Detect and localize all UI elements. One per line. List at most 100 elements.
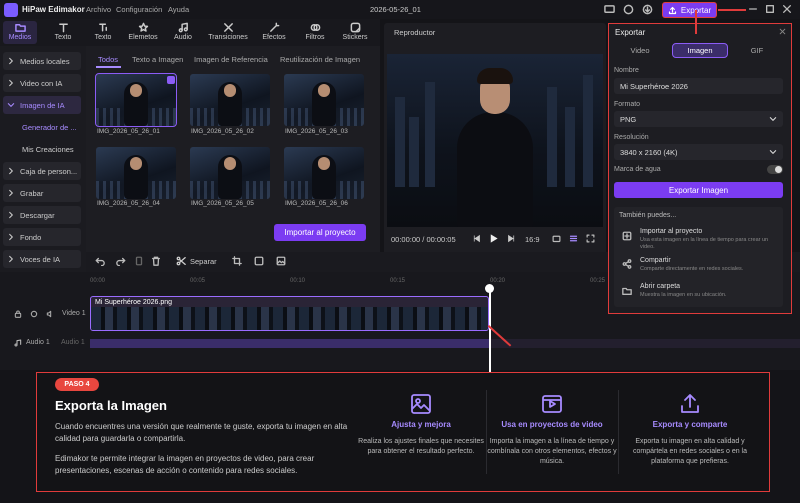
video-play-icon bbox=[542, 395, 562, 413]
sidebar-item-descargar[interactable]: Descargar bbox=[3, 206, 81, 224]
copy-icon[interactable] bbox=[134, 256, 144, 266]
tab-gif[interactable]: GIF bbox=[732, 46, 782, 55]
tool-stickers[interactable]: Stickers bbox=[337, 22, 373, 41]
media-label-1: IMG_2026_05_26_01 bbox=[97, 128, 160, 135]
crop-icon[interactable] bbox=[232, 256, 242, 266]
menu-archivo[interactable]: Archivo bbox=[86, 5, 111, 14]
playhead-handle[interactable] bbox=[485, 284, 494, 293]
chat-icon[interactable] bbox=[623, 4, 634, 15]
sidebar-item-imagen-ia[interactable]: Imagen de IA bbox=[3, 96, 81, 114]
audio-note-icon bbox=[14, 339, 22, 347]
sidebar-item-grabar[interactable]: Grabar bbox=[3, 184, 81, 202]
next-frame-icon[interactable] bbox=[507, 234, 516, 243]
tool-audio[interactable]: Audio bbox=[165, 22, 201, 41]
undo-icon[interactable] bbox=[95, 256, 105, 266]
monitor-icon[interactable] bbox=[604, 4, 615, 15]
close-icon[interactable] bbox=[782, 4, 792, 14]
tab-todos[interactable]: Todos bbox=[98, 55, 118, 64]
building bbox=[583, 75, 593, 187]
export-panel-title: Exportar bbox=[615, 28, 646, 37]
step-badge: PASO 4 bbox=[55, 378, 99, 391]
step-paragraph-2: Edimakor te permite integrar la imagen e… bbox=[55, 454, 315, 475]
download-icon[interactable] bbox=[642, 4, 653, 15]
minimize-icon[interactable] bbox=[748, 4, 758, 14]
close-icon[interactable] bbox=[779, 28, 786, 35]
sidebar-item-generador[interactable]: Generador de ... bbox=[3, 118, 81, 136]
sidebar-item-video-ia[interactable]: Video con IA bbox=[3, 74, 81, 92]
settings-icon[interactable] bbox=[569, 234, 578, 243]
option-import-desc: Usa esta imagen en la línea de tiempo pa… bbox=[640, 237, 769, 251]
media-label-6: IMG_2026_05_26_06 bbox=[285, 200, 348, 207]
divider bbox=[618, 390, 619, 474]
tool-elementos[interactable]: Elemetos bbox=[125, 22, 161, 41]
selected-check-icon bbox=[167, 76, 175, 84]
prev-frame-icon[interactable] bbox=[472, 234, 481, 243]
sidebar-item-mis-creaciones[interactable]: Mis Creaciones bbox=[3, 140, 81, 158]
media-thumb-2[interactable] bbox=[190, 74, 270, 126]
sidebar-item-fondo[interactable]: Fondo bbox=[3, 228, 81, 246]
speed-icon[interactable] bbox=[254, 256, 264, 266]
effects-icon bbox=[269, 22, 279, 32]
format-select[interactable]: PNG bbox=[614, 111, 783, 127]
track-visibility-icon[interactable] bbox=[30, 310, 38, 318]
import-to-project-button[interactable]: Importar al proyecto bbox=[274, 224, 366, 241]
menu-configuracion[interactable]: Configuración bbox=[116, 5, 162, 14]
split-button[interactable]: Separar bbox=[176, 256, 217, 266]
option-import-title[interactable]: Importar al proyecto bbox=[640, 228, 702, 235]
media-thumb-6[interactable] bbox=[284, 147, 364, 199]
audio-track[interactable] bbox=[90, 339, 489, 348]
play-icon[interactable] bbox=[488, 233, 499, 244]
tool-medios[interactable]: Medios bbox=[2, 22, 38, 41]
watermark-toggle[interactable] bbox=[767, 165, 783, 174]
aspect-ratio-select[interactable]: 16:9 bbox=[525, 235, 540, 244]
tab-reutilizacion[interactable]: Reutilización de Imagen bbox=[280, 55, 360, 64]
option-share-title[interactable]: Compartir bbox=[640, 257, 671, 264]
video-clip[interactable]: Mi Superhéroe 2026.png bbox=[90, 296, 489, 331]
track-lock-icon[interactable] bbox=[14, 310, 22, 318]
project-title: 2026-05-26_01 bbox=[370, 5, 421, 14]
video-track-label: Video 1 bbox=[62, 310, 86, 317]
media-label-5: IMG_2026_05_26_05 bbox=[191, 200, 254, 207]
tool-efectos[interactable]: Efectos bbox=[256, 22, 292, 41]
option-folder-title[interactable]: Abrir carpeta bbox=[640, 283, 680, 290]
hero-hair bbox=[477, 68, 513, 84]
ruler-mark: 00:20 bbox=[490, 278, 506, 284]
chevron-down-icon bbox=[769, 150, 777, 154]
tab-imagen[interactable]: Imagen bbox=[675, 46, 725, 55]
feature-adjust: Ajusta y mejora Realiza los ajustes fina… bbox=[356, 392, 486, 457]
fullscreen-icon[interactable] bbox=[586, 234, 595, 243]
scissors-icon bbox=[176, 256, 186, 266]
feature-desc: Exporta tu imagen en alta calidad y comp… bbox=[632, 438, 747, 466]
media-thumb-3[interactable] bbox=[284, 74, 364, 126]
sidebar-item-voces[interactable]: Voces de IA bbox=[3, 250, 81, 268]
sidebar-item-caja[interactable]: Caja de person... bbox=[3, 162, 81, 180]
name-field[interactable]: Mi Superhéroe 2026 bbox=[614, 78, 783, 94]
redo-icon[interactable] bbox=[116, 256, 126, 266]
elements-icon bbox=[138, 22, 148, 32]
tool-texto[interactable]: Texto bbox=[45, 22, 81, 41]
media-thumb-4[interactable] bbox=[96, 147, 176, 199]
tab-texto-imagen[interactable]: Texto a Imagen bbox=[132, 55, 183, 64]
tab-imagen-referencia[interactable]: Imagen de Referencia bbox=[194, 55, 268, 64]
feature-video: Usa en proyectos de video Importa la ima… bbox=[487, 392, 617, 467]
ruler-mark: 00:25 bbox=[590, 278, 606, 284]
export-button[interactable]: Exportar bbox=[662, 2, 717, 18]
menu-ayuda[interactable]: Ayuda bbox=[168, 5, 189, 14]
sidebar-item-medios-locales[interactable]: Medios locales bbox=[3, 52, 81, 70]
tool-filtros[interactable]: Filtros bbox=[297, 22, 333, 41]
tab-video[interactable]: Video bbox=[615, 46, 665, 55]
track-mute-icon[interactable] bbox=[46, 310, 54, 318]
export-image-button[interactable]: Exportar Imagen bbox=[614, 182, 783, 198]
media-thumb-1[interactable] bbox=[95, 73, 177, 127]
ruler-mark: 00:10 bbox=[290, 278, 306, 284]
import-icon bbox=[622, 231, 632, 241]
delete-icon[interactable] bbox=[151, 256, 161, 266]
maximize-icon[interactable] bbox=[765, 4, 775, 14]
media-thumb-5[interactable] bbox=[190, 147, 270, 199]
tool-texto-voz[interactable]: Texto bbox=[85, 22, 121, 41]
feature-share: Exporta y comparte Exporta tu imagen en … bbox=[625, 392, 755, 467]
tool-transiciones[interactable]: Transiciones bbox=[207, 22, 249, 41]
resolution-select[interactable]: 3840 x 2160 (4K) bbox=[614, 144, 783, 160]
snapshot-icon[interactable] bbox=[552, 234, 561, 243]
image-icon[interactable] bbox=[276, 256, 286, 266]
